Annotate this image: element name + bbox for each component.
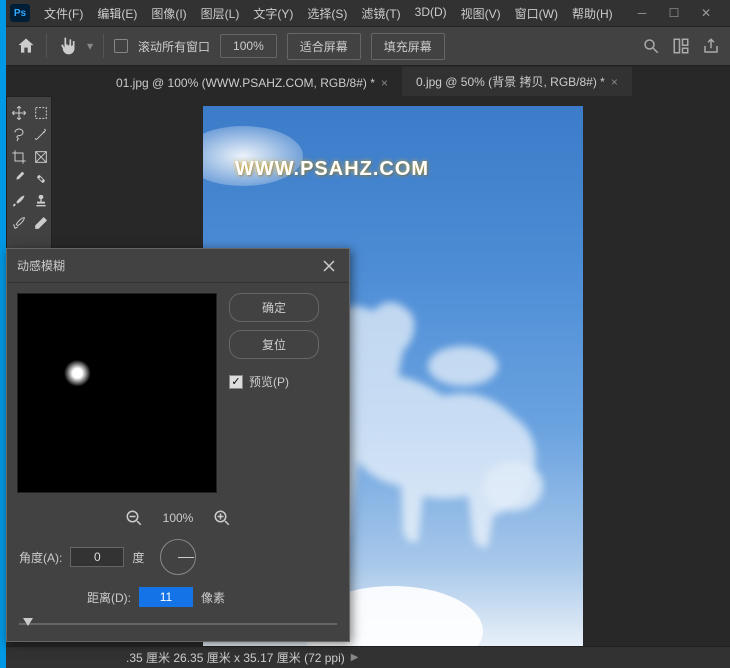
window-close-button[interactable]: ✕ (694, 4, 718, 22)
reset-button[interactable]: 复位 (229, 330, 319, 359)
angle-dial[interactable] (160, 539, 196, 575)
crop-tool[interactable] (9, 147, 29, 167)
frame-tool[interactable] (31, 147, 51, 167)
menu-edit[interactable]: 编辑(E) (91, 1, 143, 26)
heal-tool[interactable] (31, 169, 51, 189)
distance-label: 距离(D): (87, 589, 131, 606)
window-maximize-button[interactable]: ☐ (662, 4, 686, 22)
fit-screen-button[interactable]: 适合屏幕 (287, 33, 361, 60)
menu-filter[interactable]: 滤镜(T) (355, 1, 406, 26)
watermark-text: WWW.PSAHZ.COM (235, 158, 429, 181)
wand-tool[interactable] (31, 125, 51, 145)
menu-3d[interactable]: 3D(D) (409, 1, 453, 26)
move-tool[interactable] (9, 103, 29, 123)
filter-preview[interactable] (17, 293, 217, 493)
scroll-all-label: 滚动所有窗口 (138, 38, 210, 55)
slider-thumb[interactable] (23, 618, 33, 626)
preview-checkbox[interactable]: ✓ (229, 375, 243, 389)
distance-unit: 像素 (201, 589, 225, 606)
hand-icon[interactable] (57, 36, 77, 56)
zoom-100-button[interactable]: 100% (220, 34, 277, 58)
menu-view[interactable]: 视图(V) (455, 1, 507, 26)
brush-tool[interactable] (9, 191, 29, 211)
divider (103, 34, 104, 58)
menu-type[interactable]: 文字(Y) (247, 1, 299, 26)
distance-slider[interactable] (7, 617, 349, 631)
stamp-tool[interactable] (31, 191, 51, 211)
tools-panel (6, 96, 52, 256)
zoom-out-icon[interactable] (125, 509, 143, 527)
menu-layer[interactable]: 图层(L) (195, 1, 246, 26)
ok-button[interactable]: 确定 (229, 293, 319, 322)
marquee-tool[interactable] (31, 103, 51, 123)
angle-input[interactable] (70, 547, 124, 567)
tab-label: 0.jpg @ 50% (背景 拷贝, RGB/8#) * (416, 75, 605, 89)
fill-screen-button[interactable]: 填充屏幕 (371, 33, 445, 60)
eraser-tool[interactable] (31, 213, 51, 233)
status-arrow-icon[interactable]: ▶ (351, 652, 359, 663)
menu-select[interactable]: 选择(S) (301, 1, 353, 26)
tab-label: 01.jpg @ 100% (WWW.PSAHZ.COM, RGB/8#) * (116, 76, 375, 90)
preview-label: 预览(P) (249, 373, 289, 390)
home-icon[interactable] (16, 36, 36, 56)
angle-unit: 度 (132, 549, 144, 566)
dialog-close-button[interactable] (319, 256, 339, 276)
share-icon[interactable] (702, 37, 720, 55)
document-tab-1[interactable]: 0.jpg @ 50% (背景 拷贝, RGB/8#) * × (402, 67, 632, 96)
document-tab-0[interactable]: 01.jpg @ 100% (WWW.PSAHZ.COM, RGB/8#) * × (102, 70, 402, 96)
menu-image[interactable]: 图像(I) (145, 1, 192, 26)
divider (46, 34, 47, 58)
zoom-in-icon[interactable] (213, 509, 231, 527)
window-minimize-button[interactable]: ─ (630, 4, 654, 22)
preview-zoom-level: 100% (163, 511, 194, 525)
menu-window[interactable]: 窗口(W) (509, 1, 564, 26)
distance-input[interactable] (139, 587, 193, 607)
motion-blur-dialog: 动感模糊 确定 复位 ✓ 预览(P) 100% 角度(A): 度 距离(D): … (6, 248, 350, 642)
history-brush-tool[interactable] (9, 213, 29, 233)
angle-label: 角度(A): (19, 549, 62, 566)
menu-bar: 文件(F) 编辑(E) 图像(I) 图层(L) 文字(Y) 选择(S) 滤镜(T… (38, 1, 630, 26)
dialog-title: 动感模糊 (17, 257, 65, 274)
eyedropper-tool[interactable] (9, 169, 29, 189)
search-icon[interactable] (642, 37, 660, 55)
lasso-tool[interactable] (9, 125, 29, 145)
menu-help[interactable]: 帮助(H) (566, 1, 619, 26)
app-logo: Ps (10, 4, 30, 22)
workspace-icon[interactable] (672, 37, 690, 55)
status-text: .35 厘米 26.35 厘米 x 35.17 厘米 (72 ppi) (126, 649, 345, 666)
close-icon[interactable]: × (381, 76, 388, 90)
menu-file[interactable]: 文件(F) (38, 1, 89, 26)
close-icon[interactable]: × (611, 75, 618, 89)
scroll-all-checkbox[interactable] (114, 39, 128, 53)
